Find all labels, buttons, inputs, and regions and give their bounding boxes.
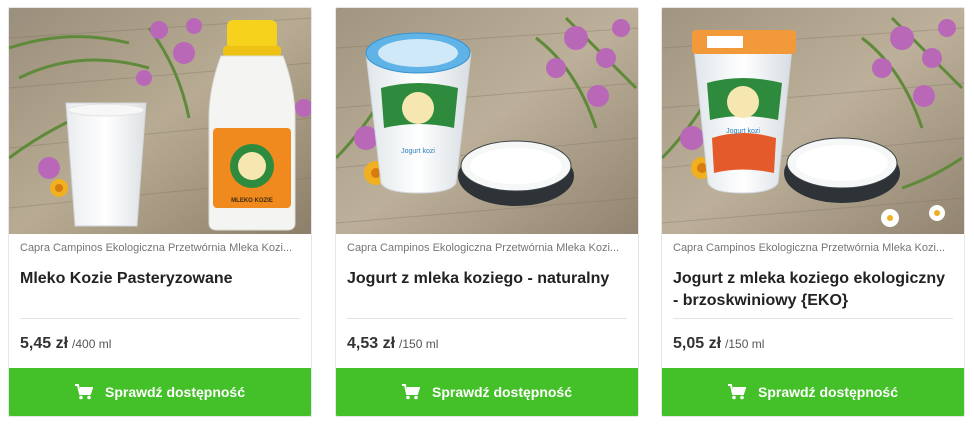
producer-name[interactable]: Capra Campinos Ekologiczna Przetwórnia M…	[20, 242, 301, 254]
product-card[interactable]: MLEKO KOZIE Capra Campinos Ekologiczna P…	[8, 7, 312, 417]
check-availability-button[interactable]: Sprawdź dostępność	[662, 368, 964, 416]
price: 5,45 zł	[20, 335, 69, 352]
divider	[673, 318, 953, 319]
cart-icon	[74, 384, 93, 400]
divider	[20, 318, 300, 319]
price-row: 4,53 zł /150 ml	[347, 335, 438, 353]
price: 4,53 zł	[347, 335, 396, 352]
cart-icon	[727, 384, 746, 400]
check-availability-label: Sprawdź dostępność	[104, 384, 246, 400]
svg-text:MLEKO KOZIE: MLEKO KOZIE	[231, 198, 273, 204]
producer-name[interactable]: Capra Campinos Ekologiczna Przetwórnia M…	[347, 242, 628, 254]
product-image[interactable]: Jogurt kozi	[336, 8, 638, 234]
product-title[interactable]: Jogurt z mleka koziego - naturalny	[347, 268, 628, 290]
check-availability-button[interactable]: Sprawdź dostępność	[336, 368, 638, 416]
product-title[interactable]: Jogurt z mleka koziego ekologiczny - brz…	[673, 268, 954, 312]
product-image[interactable]: MLEKO KOZIE	[9, 8, 311, 234]
check-availability-label: Sprawdź dostępność	[757, 384, 899, 400]
product-image[interactable]: Jogurt kozi	[662, 8, 964, 234]
check-availability-button[interactable]: Sprawdź dostępność	[9, 368, 311, 416]
cart-icon	[401, 384, 420, 400]
price: 5,05 zł	[673, 335, 722, 352]
divider	[347, 318, 627, 319]
svg-text:Jogurt kozi: Jogurt kozi	[401, 148, 435, 155]
product-card[interactable]: Jogurt kozi Capra Campinos Ekologiczna P…	[661, 7, 965, 417]
price-row: 5,45 zł /400 ml	[20, 335, 111, 353]
unit-size: /400 ml	[72, 337, 112, 351]
unit-size: /150 ml	[399, 337, 439, 351]
product-title[interactable]: Mleko Kozie Pasteryzowane	[20, 268, 301, 290]
svg-text:Jogurt kozi: Jogurt kozi	[726, 128, 760, 135]
unit-size: /150 ml	[725, 337, 765, 351]
price-row: 5,05 zł /150 ml	[673, 335, 764, 353]
producer-name[interactable]: Capra Campinos Ekologiczna Przetwórnia M…	[673, 242, 954, 254]
check-availability-label: Sprawdź dostępność	[431, 384, 573, 400]
product-card[interactable]: Jogurt kozi Capra Campinos Ekologiczna P…	[335, 7, 639, 417]
